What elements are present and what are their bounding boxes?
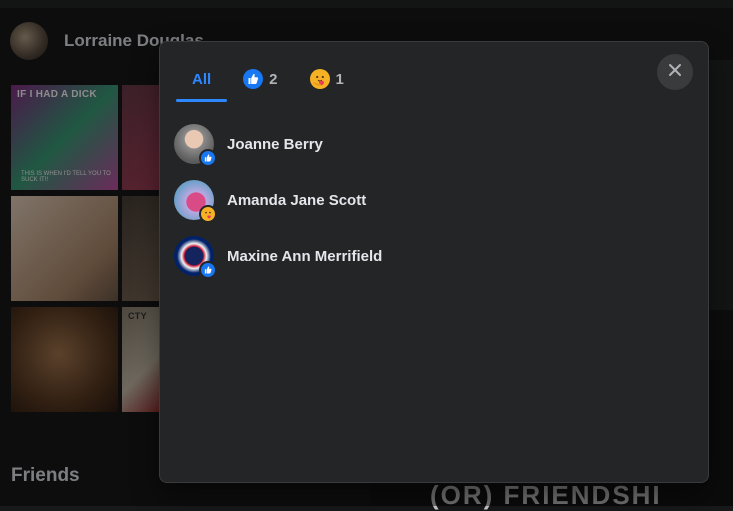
user-name[interactable]: Amanda Jane Scott — [227, 192, 366, 209]
user-name[interactable]: Joanne Berry — [227, 136, 323, 153]
tab-care-count: 1 — [335, 70, 344, 88]
user-name[interactable]: Maxine Ann Merrifield — [227, 248, 382, 265]
reactions-dialog: All 2 1 Joanne Berry Amanda Jane Scott M… — [159, 41, 709, 483]
list-item[interactable]: Amanda Jane Scott — [174, 172, 674, 228]
like-icon — [199, 149, 217, 167]
list-item[interactable]: Joanne Berry — [174, 116, 674, 172]
close-icon — [668, 63, 682, 82]
care-icon — [199, 205, 217, 223]
tab-all-label: All — [192, 70, 212, 88]
reactions-list: Joanne Berry Amanda Jane Scott Maxine An… — [174, 116, 674, 284]
tab-like-count: 2 — [269, 70, 278, 88]
avatar-container — [174, 180, 217, 223]
reaction-tabs: All 2 1 — [176, 56, 360, 102]
avatar-container — [174, 236, 217, 279]
like-icon — [199, 261, 217, 279]
care-icon — [309, 69, 330, 89]
tab-like[interactable]: 2 — [227, 56, 293, 102]
like-icon — [243, 69, 264, 89]
avatar-container — [174, 124, 217, 167]
close-button[interactable] — [657, 54, 693, 90]
list-item[interactable]: Maxine Ann Merrifield — [174, 228, 674, 284]
tab-all[interactable]: All — [176, 56, 228, 102]
tab-care[interactable]: 1 — [294, 56, 360, 102]
